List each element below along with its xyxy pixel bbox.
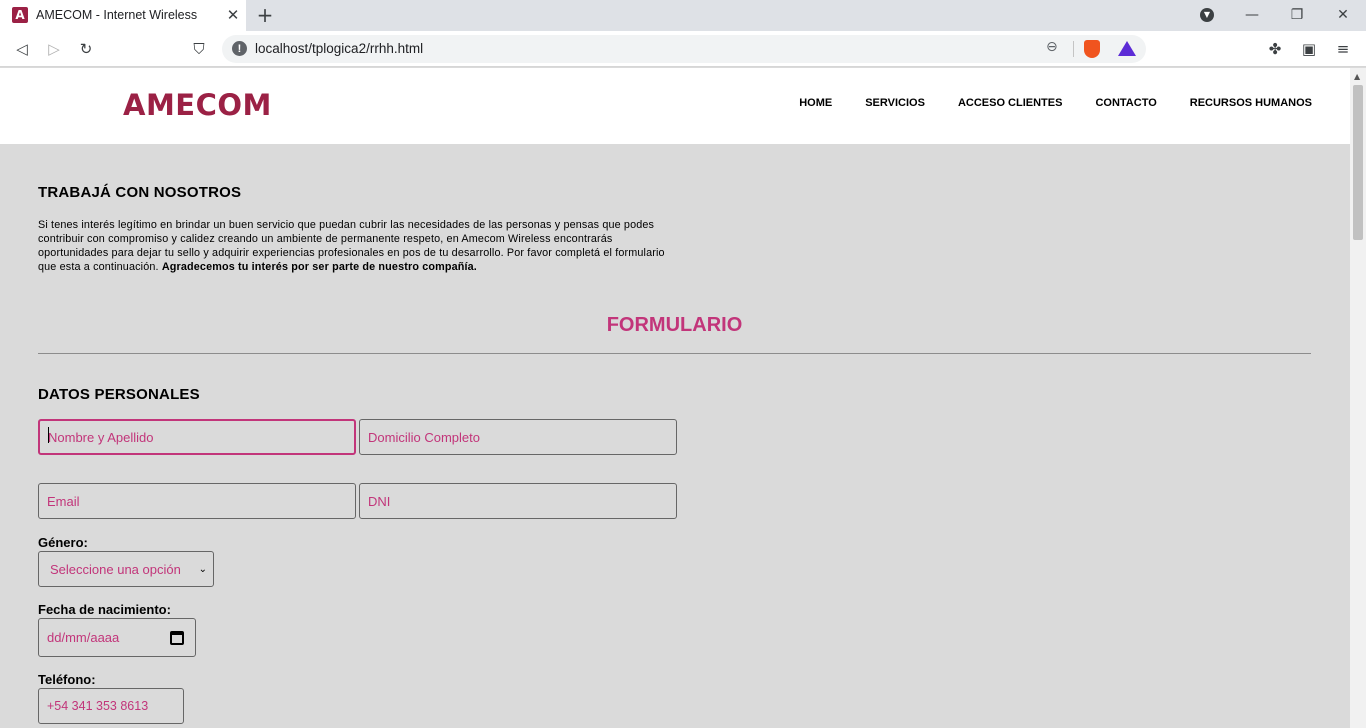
scroll-up-icon[interactable]: ▲ [1354, 72, 1360, 81]
site-header: AMECOM HOME SERVICIOS ACCESO CLIENTES CO… [0, 68, 1350, 144]
brave-shields-icon[interactable] [1084, 40, 1100, 58]
back-icon[interactable]: ◁ [12, 39, 32, 59]
birth-date-label: Fecha de nacimiento: [38, 602, 171, 617]
minimize-icon[interactable]: — [1240, 4, 1264, 26]
birth-date-input[interactable]: dd/mm/aaaa [38, 618, 196, 657]
work-with-us-heading: TRABAJÁ CON NOSOTROS [38, 184, 242, 201]
birth-date-placeholder: dd/mm/aaaa [47, 630, 120, 645]
gender-select[interactable]: Seleccione una opción ⌄ [38, 551, 214, 587]
name-field[interactable] [38, 419, 356, 455]
chevron-down-icon: ⌄ [198, 564, 207, 575]
forward-icon[interactable]: ▷ [44, 39, 64, 59]
zoom-icon[interactable]: ⊖ [1046, 39, 1058, 55]
site-info-icon[interactable]: ! [232, 41, 247, 56]
nav-servicios[interactable]: SERVICIOS [865, 97, 925, 109]
address-bar[interactable]: ! localhost/tplogica2/rrhh.html ⊖ [222, 35, 1146, 63]
intro-bold-text: Agradecemos tu interés por ser parte de … [161, 261, 477, 273]
nav-contacto[interactable]: CONTACTO [1095, 97, 1156, 109]
personal-data-heading: DATOS PERSONALES [38, 386, 200, 403]
divider [1073, 41, 1074, 57]
phone-label: Teléfono: [38, 672, 96, 687]
phone-placeholder: +54 341 353 8613 [47, 699, 149, 713]
site-favicon-icon: A [12, 7, 28, 23]
new-tab-icon[interactable]: + [254, 3, 276, 27]
close-window-icon[interactable]: ✕ [1331, 4, 1355, 26]
form-title: FORMULARIO [606, 314, 743, 336]
site-logo[interactable]: AMECOM [123, 88, 272, 122]
main-nav: HOME SERVICIOS ACCESO CLIENTES CONTACTO … [799, 97, 1312, 109]
gender-label: Género: [38, 535, 88, 550]
nav-recursos-humanos[interactable]: RECURSOS HUMANOS [1190, 97, 1312, 109]
intro-paragraph: Si tenes interés legítimo en brindar un … [38, 218, 674, 274]
close-tab-icon[interactable]: ✕ [224, 6, 242, 24]
browser-tab[interactable]: A AMECOM - Internet Wireless ✕ [0, 0, 246, 31]
divider [38, 353, 1311, 354]
tab-title: AMECOM - Internet Wireless [36, 8, 198, 22]
gender-selected-value: Seleccione una opción [50, 561, 181, 577]
calendar-icon[interactable] [170, 631, 184, 645]
email-field[interactable] [38, 483, 356, 519]
address-field[interactable] [359, 419, 677, 455]
tab-search-icon[interactable]: ▼ [1195, 4, 1219, 26]
phone-field[interactable]: +54 341 353 8613 [38, 688, 184, 724]
browser-tab-strip: A AMECOM - Internet Wireless ✕ + ▼ — ❐ ✕ [0, 0, 1366, 31]
nav-acceso-clientes[interactable]: ACCESO CLIENTES [958, 97, 1063, 109]
web-page: AMECOM HOME SERVICIOS ACCESO CLIENTES CO… [0, 68, 1350, 728]
restore-icon[interactable]: ❐ [1285, 4, 1309, 26]
page-scrollbar[interactable]: ▲ [1350, 68, 1366, 728]
nav-home[interactable]: HOME [799, 97, 832, 109]
browser-toolbar: ◁ ▷ ↻ ⛉ ! localhost/tplogica2/rrhh.html … [0, 31, 1366, 67]
wallet-icon[interactable]: ▣ [1299, 39, 1319, 59]
reload-icon[interactable]: ↻ [76, 39, 96, 59]
brave-rewards-icon[interactable] [1118, 41, 1136, 56]
scrollbar-thumb[interactable] [1353, 85, 1363, 240]
dni-field[interactable] [359, 483, 677, 519]
text-caret [48, 427, 49, 443]
menu-icon[interactable]: ≡ [1333, 39, 1353, 59]
extensions-icon[interactable]: ✤ [1265, 39, 1285, 59]
address-url[interactable]: localhost/tplogica2/rrhh.html [255, 41, 423, 56]
bookmark-icon[interactable]: ⛉ [189, 39, 209, 59]
